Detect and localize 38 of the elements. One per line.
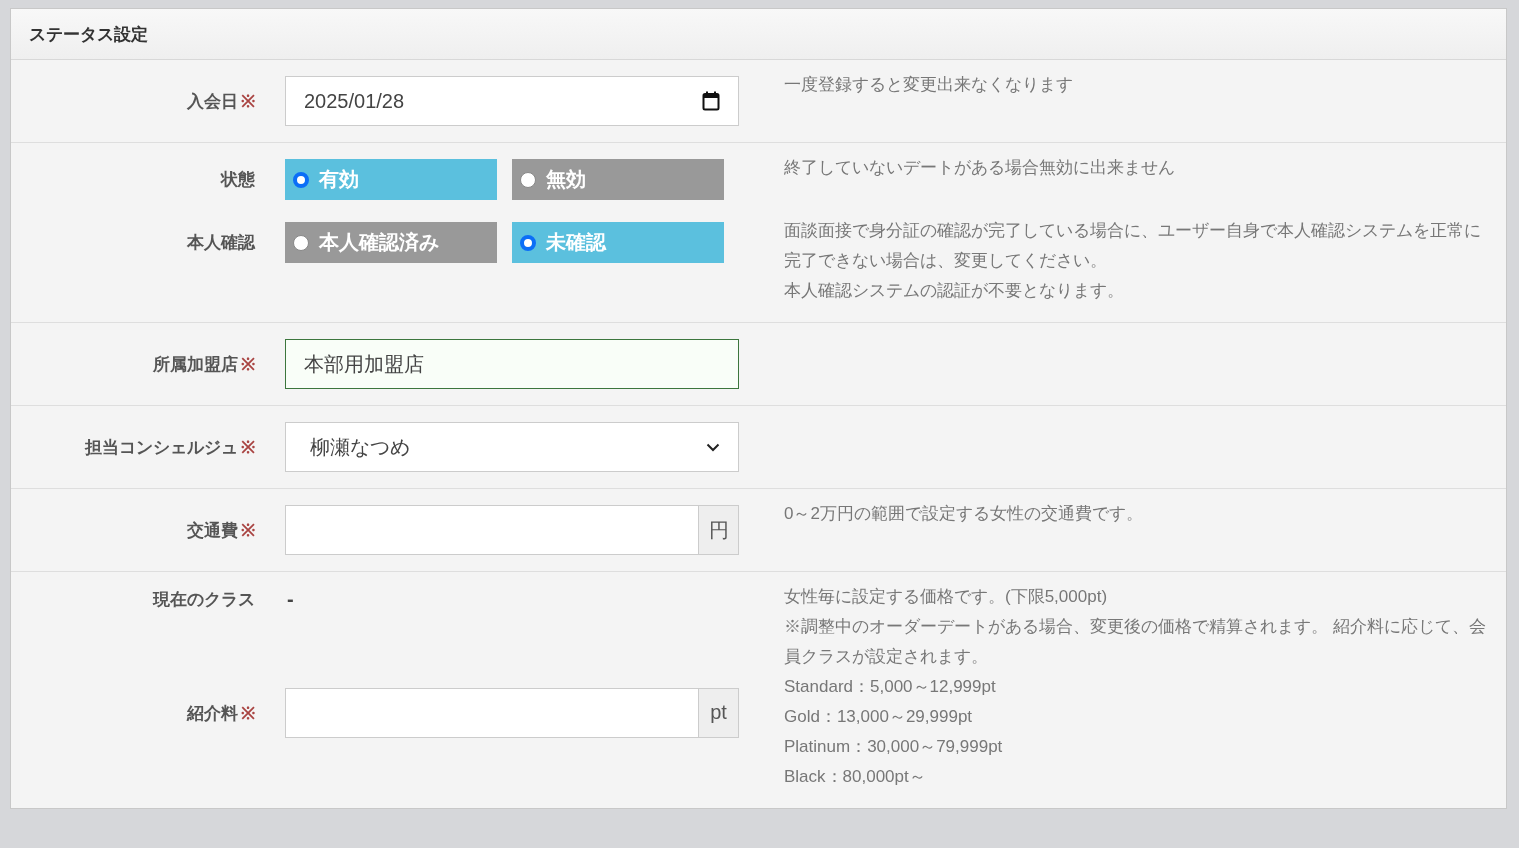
class-value: - — [286, 588, 294, 610]
help-text: 終了していないデートがある場合無効に出来ません — [784, 157, 1176, 179]
help-text: Platinum：30,000～79,999pt — [784, 736, 1004, 758]
field-label: 紹介料 ※ — [185, 702, 255, 725]
unit-addon: pt — [699, 687, 739, 738]
field-label: 所属加盟店 ※ — [152, 354, 255, 376]
radio-option[interactable]: 無効 — [512, 159, 724, 200]
field-label: 状態 — [219, 169, 255, 191]
unit-addon: 円 — [699, 505, 739, 555]
radio-icon — [520, 171, 536, 188]
select-field[interactable]: 柳瀬なつめ — [285, 422, 739, 472]
help-text: Gold：13,000～29,999pt — [784, 706, 974, 728]
help-text: Black：80,000pt～ — [784, 766, 927, 788]
field-label: 現在のクラス — [151, 589, 255, 611]
field-label: 担当コンシェルジュ ※ — [83, 437, 255, 459]
radio-option[interactable]: 本人確認済み — [285, 222, 497, 263]
field-label: 入会日 ※ — [186, 91, 255, 113]
help-text: 面談面接で身分証の確認が完了している場合に、ユーザー自身で本人確認システムを正常に完了できない場合は、変更してください。 — [784, 220, 1482, 272]
panel-title: ステータス設定 — [29, 23, 148, 46]
field-label: 本人確認 — [186, 232, 255, 254]
radio-option[interactable]: 有効 — [285, 159, 497, 200]
radio-option[interactable]: 未確認 — [512, 222, 724, 263]
help-text: ※調整中のオーダーデートがある場合、変更後の価格で精算されます。 紹介料に応じて、会員クラスが設定されます。 — [784, 616, 1487, 668]
field-label: 交通費 ※ — [186, 520, 255, 542]
chevron-icon — [706, 442, 720, 452]
input-field[interactable] — [285, 687, 699, 738]
radio-icon — [293, 234, 309, 251]
radio-icon — [293, 171, 309, 188]
calendar-icon[interactable] — [702, 91, 720, 111]
input-field[interactable]: 本部用加盟店 — [285, 339, 739, 389]
help-text: 本人確認システムの認証が不要となります。 — [784, 280, 1125, 302]
help-text: 女性毎に設定する価格です。(下限5,000pt) — [784, 586, 1109, 608]
radio-icon — [520, 234, 536, 251]
help-text: Standard：5,000～12,999pt — [784, 676, 997, 698]
help-text: 0～2万円の範囲で設定する女性の交通費です。 — [784, 503, 1144, 525]
input-field[interactable] — [285, 505, 699, 555]
date-field[interactable]: 2025/01/28 — [285, 76, 739, 126]
help-text: 一度登録すると変更出来なくなります — [784, 74, 1074, 96]
